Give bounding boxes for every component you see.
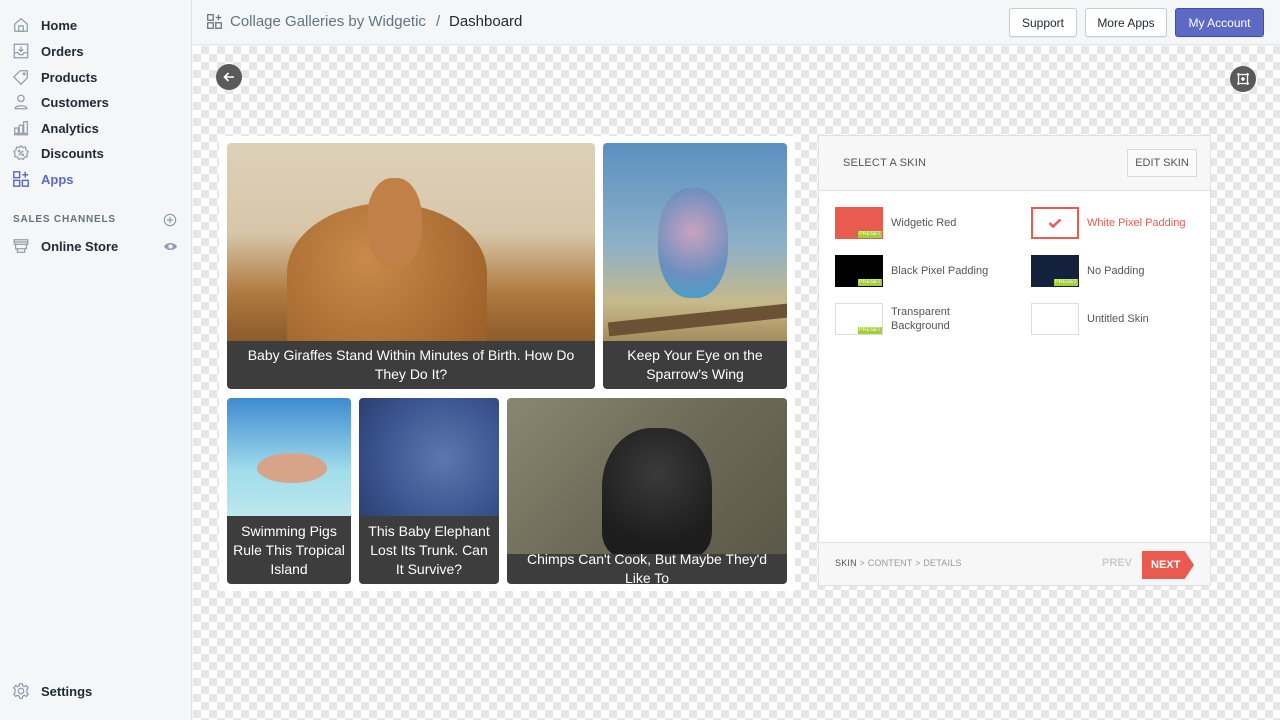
apps-icon bbox=[12, 170, 30, 188]
sidebar-item-label: Products bbox=[41, 69, 98, 85]
sidebar-item-analytics[interactable]: Analytics bbox=[12, 117, 182, 139]
top-bar: Collage Galleries by Widgetic / Dashboar… bbox=[192, 0, 1280, 45]
back-button[interactable] bbox=[216, 64, 242, 90]
sidebar-item-label: Analytics bbox=[41, 120, 99, 136]
sidebar-item-online-store[interactable]: Online Store bbox=[12, 235, 182, 257]
tile-caption: Swimming Pigs Rule This Tropical Island bbox=[227, 516, 351, 584]
preset-badge: PRESET bbox=[1054, 279, 1078, 286]
skin-name: Black Pixel Padding bbox=[891, 265, 989, 277]
more-apps-button[interactable]: More Apps bbox=[1085, 8, 1167, 37]
skin-name: No Padding bbox=[1087, 265, 1145, 277]
sidebar: Home Orders Products Customers Analytics… bbox=[0, 0, 192, 720]
skin-option-white-pixel-padding[interactable]: White Pixel Padding bbox=[1031, 207, 1211, 241]
prev-button[interactable]: PREV bbox=[1102, 557, 1132, 569]
bar-chart-icon bbox=[12, 119, 30, 137]
skin-name: Transparent Background bbox=[891, 306, 950, 332]
step-details[interactable]: DETAILS bbox=[923, 558, 961, 568]
tag-icon bbox=[12, 68, 30, 86]
bird-image bbox=[603, 143, 787, 343]
sidebar-item-customers[interactable]: Customers bbox=[12, 91, 182, 113]
gallery-tile-elephant[interactable]: This Baby Elephant Lost Its Trunk. Can I… bbox=[359, 398, 499, 584]
next-button[interactable]: NEXT bbox=[1142, 551, 1194, 579]
support-button[interactable]: Support bbox=[1009, 8, 1077, 37]
wizard-steps: SKIN > CONTENT > DETAILS bbox=[835, 558, 962, 568]
add-channel-icon[interactable] bbox=[163, 213, 177, 227]
sidebar-item-home[interactable]: Home bbox=[12, 14, 182, 36]
elephant-image bbox=[359, 398, 499, 518]
edit-skin-button[interactable]: EDIT SKIN bbox=[1127, 149, 1197, 177]
sales-channels-title: SALES CHANNELS bbox=[13, 214, 116, 225]
skin-option-no-padding[interactable]: PRESET No Padding bbox=[1031, 255, 1211, 289]
sidebar-item-settings[interactable]: Settings bbox=[12, 680, 182, 702]
skin-swatch: PRESET bbox=[835, 255, 883, 287]
skin-option-transparent-background[interactable]: PRESET Transparent Background bbox=[835, 303, 1015, 337]
giraffe-image bbox=[227, 143, 595, 343]
tile-caption: Baby Giraffes Stand Within Minutes of Bi… bbox=[227, 341, 595, 389]
skin-name: Widgetic Red bbox=[891, 217, 957, 229]
orders-icon bbox=[12, 42, 30, 60]
skin-option-untitled-skin[interactable]: Untitled Skin bbox=[1031, 303, 1211, 337]
tile-caption: Chimps Can't Cook, But Maybe They'd Like… bbox=[507, 551, 787, 584]
sidebar-item-label: Customers bbox=[41, 94, 109, 110]
checkmark-icon bbox=[1048, 218, 1062, 228]
tile-caption: Keep Your Eye on the Sparrow's Wing bbox=[603, 341, 787, 389]
sidebar-item-label: Apps bbox=[41, 171, 74, 187]
skin-panel-header: SELECT A SKIN EDIT SKIN bbox=[819, 136, 1210, 191]
collage-gallery: Baby Giraffes Stand Within Minutes of Bi… bbox=[219, 136, 795, 591]
sidebar-item-label: Online Store bbox=[41, 238, 119, 254]
sidebar-item-label: Settings bbox=[41, 683, 93, 699]
sidebar-item-label: Home bbox=[41, 17, 78, 33]
skin-swatch bbox=[1031, 207, 1079, 239]
skin-panel-title: SELECT A SKIN bbox=[843, 157, 927, 169]
skin-option-widgetic-red[interactable]: PRESET Widgetic Red bbox=[835, 207, 1015, 241]
skin-option-black-pixel-padding[interactable]: PRESET Black Pixel Padding bbox=[835, 255, 1015, 289]
my-account-button[interactable]: My Account bbox=[1175, 8, 1264, 37]
preset-badge: PRESET bbox=[858, 279, 882, 286]
sidebar-item-orders[interactable]: Orders bbox=[12, 40, 182, 62]
gallery-tile-chimp[interactable]: Chimps Can't Cook, But Maybe They'd Like… bbox=[507, 398, 787, 584]
page-title: Dashboard bbox=[449, 13, 523, 30]
step-separator: > bbox=[915, 558, 921, 568]
store-icon bbox=[12, 237, 30, 255]
sidebar-item-label: Discounts bbox=[41, 145, 104, 161]
gallery-tile-giraffe[interactable]: Baby Giraffes Stand Within Minutes of Bi… bbox=[227, 143, 595, 389]
gear-icon bbox=[12, 682, 30, 700]
pig-image bbox=[227, 398, 351, 518]
gallery-tile-pig[interactable]: Swimming Pigs Rule This Tropical Island bbox=[227, 398, 351, 584]
sidebar-item-products[interactable]: Products bbox=[12, 66, 182, 88]
step-separator: > bbox=[859, 558, 865, 568]
skin-panel: SELECT A SKIN EDIT SKIN PRESET Widgetic … bbox=[818, 135, 1211, 586]
breadcrumb-separator: / bbox=[436, 13, 441, 30]
preset-badge: PRESET bbox=[858, 327, 882, 334]
home-icon bbox=[12, 16, 30, 34]
preset-badge: PRESET bbox=[858, 231, 882, 238]
breadcrumb-app-link[interactable]: Collage Galleries by Widgetic bbox=[230, 13, 426, 30]
skin-name: Untitled Skin bbox=[1087, 313, 1149, 325]
sidebar-item-discounts[interactable]: Discounts bbox=[12, 142, 182, 164]
skin-swatch: PRESET bbox=[835, 303, 883, 335]
sidebar-item-apps[interactable]: Apps bbox=[12, 168, 182, 190]
app-grid-icon bbox=[207, 14, 222, 29]
skin-panel-footer: SKIN > CONTENT > DETAILS PREV NEXT bbox=[819, 542, 1210, 585]
skin-swatch bbox=[1031, 303, 1079, 335]
skin-swatch: PRESET bbox=[835, 207, 883, 239]
person-icon bbox=[12, 93, 30, 111]
discount-icon bbox=[12, 144, 30, 162]
view-store-eye-icon[interactable] bbox=[163, 239, 178, 254]
chimp-image bbox=[507, 398, 787, 558]
arrow-left-icon bbox=[223, 72, 234, 82]
gallery-tile-bird[interactable]: Keep Your Eye on the Sparrow's Wing bbox=[603, 143, 787, 389]
sidebar-item-label: Orders bbox=[41, 43, 84, 59]
frame-plus-icon bbox=[1237, 73, 1249, 85]
step-skin[interactable]: SKIN bbox=[835, 558, 857, 568]
skin-name: White Pixel Padding bbox=[1087, 217, 1186, 229]
skin-swatch: PRESET bbox=[1031, 255, 1079, 287]
step-content[interactable]: CONTENT bbox=[868, 558, 913, 568]
fullscreen-button[interactable] bbox=[1230, 66, 1256, 92]
tile-caption: This Baby Elephant Lost Its Trunk. Can I… bbox=[359, 516, 499, 584]
